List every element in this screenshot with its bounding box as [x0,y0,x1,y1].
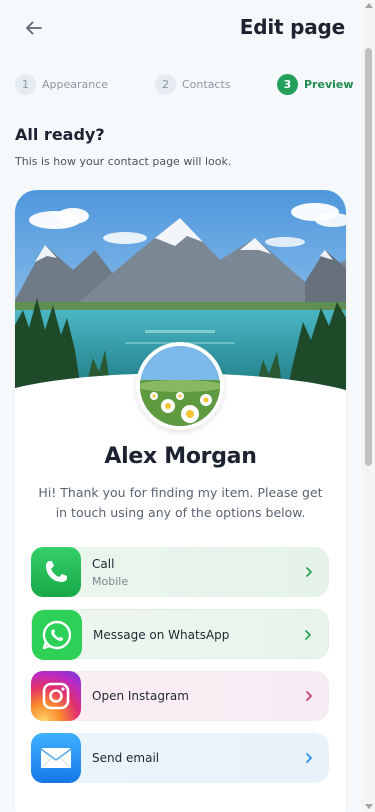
action-label: Send email [92,751,160,765]
step-contacts[interactable]: 2 Contacts [155,72,231,96]
stepper: 1 Appearance 2 Contacts 3 Preview [0,72,362,96]
phone-icon [31,547,81,597]
contact-name: Alex Morgan [104,444,257,469]
intro-subtitle: This is how your contact page will look. [15,155,232,168]
intro-title: All ready? [15,125,105,144]
chevron-right-icon [306,567,312,577]
page-title: Edit page [239,15,345,39]
action-sublabel: Mobile [92,574,129,588]
action-label: Call [92,556,115,571]
whatsapp-button[interactable]: Message on WhatsApp [31,609,329,660]
scrollbar[interactable] [362,0,375,812]
app-screen: Edit page 1 Appearance 2 Contacts 3 Prev… [0,0,362,812]
avatar-image [140,346,220,426]
scroll-up-arrow[interactable] [365,3,373,8]
scroll-down-arrow[interactable] [365,804,373,809]
contact-page-preview: Alex Morgan Hi! Thank you for finding my… [15,190,346,812]
arrow-left-icon [26,21,42,35]
action-label: Message on WhatsApp [93,628,230,642]
instagram-icon [31,671,81,721]
chevron-right-icon [306,753,312,763]
step-number: 3 [277,73,298,95]
step-appearance[interactable]: 1 Appearance [15,72,108,96]
step-number: 2 [155,73,176,95]
avatar [136,342,224,430]
step-preview[interactable]: 3 Preview [277,72,354,96]
email-button[interactable]: Send email [31,733,329,783]
chevron-right-icon [305,630,311,640]
step-number: 1 [15,73,36,95]
whatsapp-icon [32,610,82,660]
step-label: Preview [304,77,354,91]
contact-message: Hi! Thank you for finding my item. Pleas… [38,485,323,520]
step-label: Contacts [182,77,231,91]
scrollbar-thumb[interactable] [365,48,372,466]
call-button[interactable]: Call Mobile [31,547,329,597]
mail-icon [31,733,81,783]
action-label: Open Instagram [92,689,189,703]
instagram-button[interactable]: Open Instagram [31,671,329,721]
step-label: Appearance [42,77,109,91]
chevron-right-icon [306,691,312,701]
back-button[interactable] [20,14,48,42]
